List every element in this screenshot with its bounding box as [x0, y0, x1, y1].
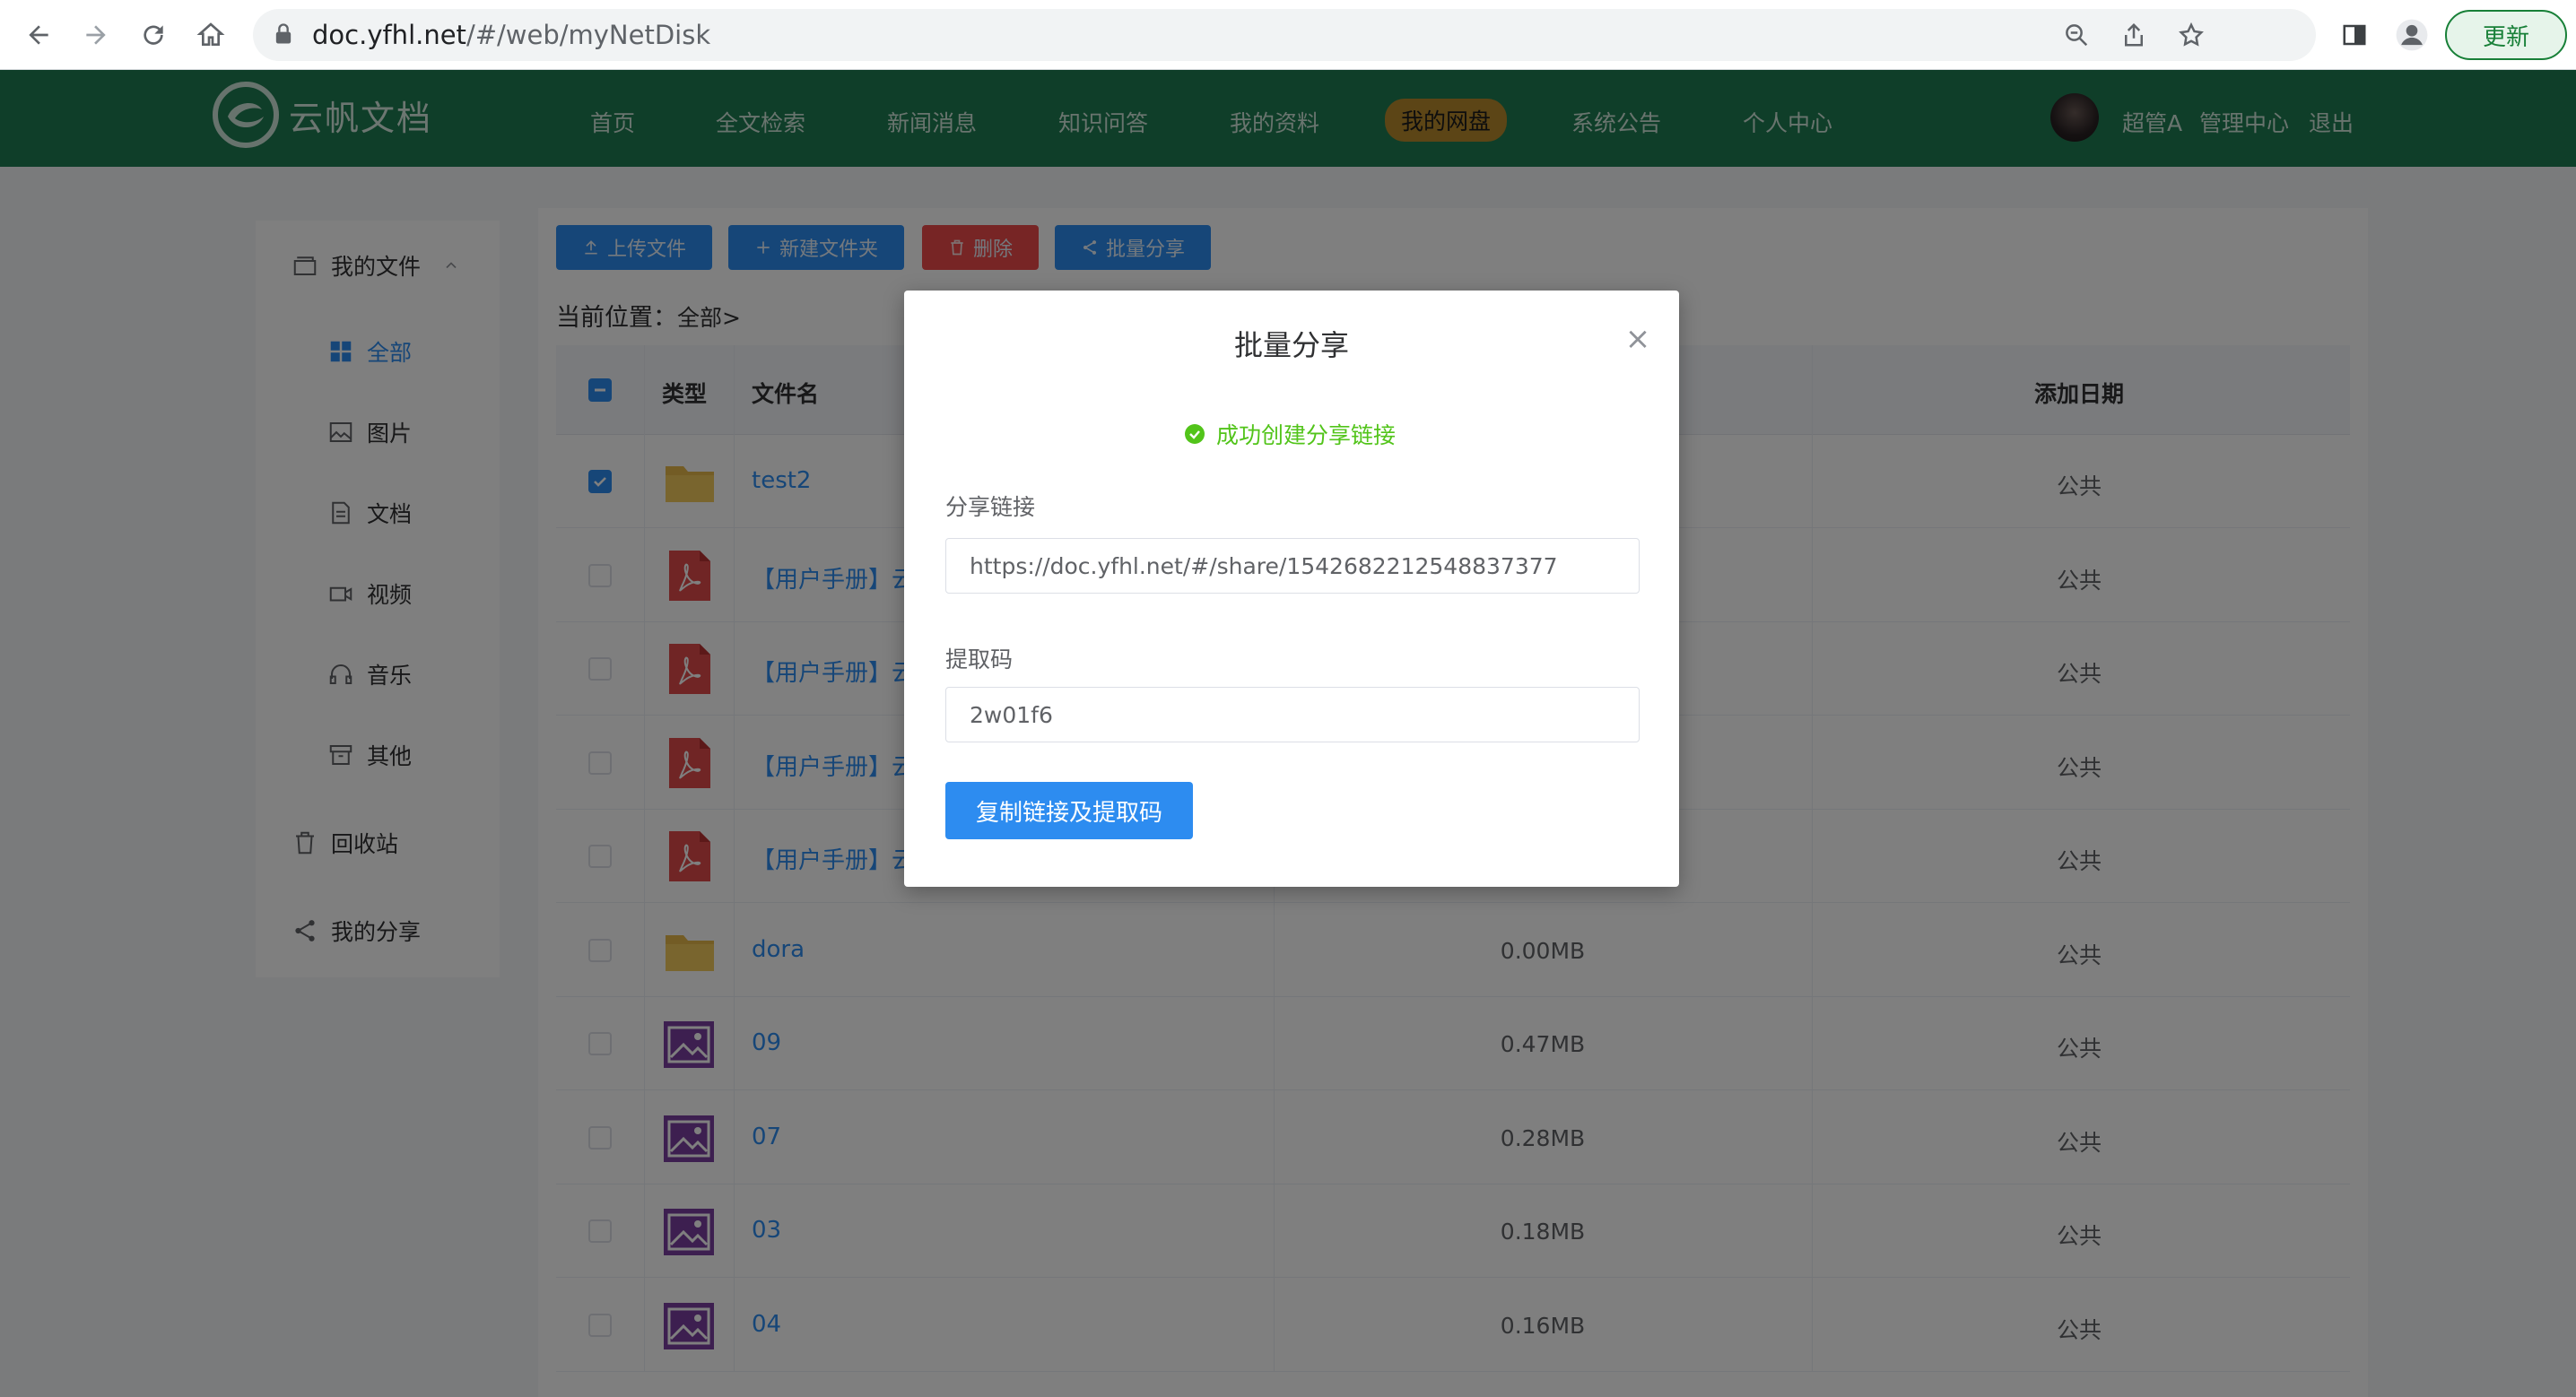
back-icon[interactable]: [20, 16, 57, 54]
lock-icon: [275, 23, 292, 44]
close-icon[interactable]: ×: [1622, 323, 1654, 355]
zoom-icon[interactable]: [2058, 16, 2095, 54]
reload-icon[interactable]: [135, 16, 172, 54]
share-link-label: 分享链接: [945, 494, 1036, 520]
share-link-input[interactable]: [945, 538, 1640, 594]
update-button[interactable]: 更新: [2445, 10, 2567, 60]
side-panel-icon[interactable]: [2336, 16, 2373, 54]
bookmark-star-icon[interactable]: [2172, 16, 2210, 54]
extraction-code-label: 提取码: [945, 646, 1014, 672]
home-icon[interactable]: [192, 16, 230, 54]
url-path: /#/web/myNetDisk: [466, 20, 711, 50]
success-text: 成功创建分享链接: [1216, 422, 1397, 448]
share-page-icon[interactable]: [2115, 16, 2153, 54]
success-message: 成功创建分享链接: [1184, 418, 1396, 450]
forward-icon[interactable]: [77, 16, 115, 54]
address-bar[interactable]: doc.yfhl.net/#/web/myNetDisk: [253, 9, 2316, 61]
profile-icon[interactable]: [2393, 16, 2431, 54]
check-circle-icon: [1185, 424, 1205, 444]
copy-link-and-code-button[interactable]: 复制链接及提取码: [945, 782, 1193, 839]
url-host: doc.yfhl.net: [312, 20, 466, 50]
batch-share-dialog: 批量分享 × 成功创建分享链接 分享链接 提取码 复制链接及提取码: [904, 291, 1679, 887]
url-text: doc.yfhl.net/#/web/myNetDisk: [312, 20, 710, 50]
browser-toolbar: doc.yfhl.net/#/web/myNetDisk 更新: [0, 0, 2576, 70]
extraction-code-input[interactable]: [945, 687, 1640, 742]
dialog-title: 批量分享: [1233, 328, 1349, 362]
